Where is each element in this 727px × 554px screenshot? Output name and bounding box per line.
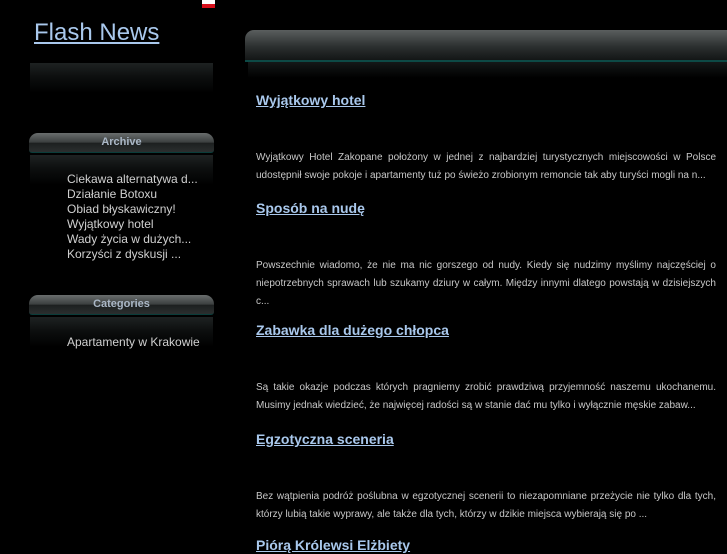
archive-item[interactable]: Obiad błyskawiczny! <box>67 202 198 217</box>
post-title: Egzotyczna sceneria <box>256 430 394 448</box>
category-item[interactable]: Apartamenty w Krakowie <box>67 335 200 350</box>
archive-item[interactable]: Wyjątkowy hotel <box>67 217 198 232</box>
archive-item[interactable]: Ciekawa alternatywa d... <box>67 172 198 187</box>
archive-list: Ciekawa alternatywa d... Działanie Botox… <box>67 172 198 262</box>
archive-heading-bar: Archive <box>29 133 214 153</box>
archive-item[interactable]: Korzyści z dyskusji ... <box>67 247 198 262</box>
post-excerpt: Powszechnie wiadomo, że nie ma nic gorsz… <box>256 260 716 307</box>
post-title-link[interactable]: Piórą Królewsi Elżbiety <box>256 537 410 553</box>
post-excerpt: Są takie okazje podczas których pragniem… <box>256 382 716 411</box>
archive-item[interactable]: Wady życia w dużych... <box>67 232 198 247</box>
poland-flag-icon[interactable] <box>202 0 215 8</box>
categories-heading: Categories <box>93 298 150 310</box>
post-title: Sposób na nudę <box>256 199 365 217</box>
post-title-link[interactable]: Sposób na nudę <box>256 200 365 216</box>
categories-heading-bar: Categories <box>29 295 214 315</box>
post-title: Zabawka dla dużego chłopca <box>256 321 449 339</box>
site-title: Flash News <box>34 19 159 47</box>
archive-heading: Archive <box>101 136 142 148</box>
post-title-link[interactable]: Wyjątkowy hotel <box>256 92 365 108</box>
archive-item[interactable]: Działanie Botoxu <box>67 187 198 202</box>
post-title: Wyjątkowy hotel <box>256 91 365 109</box>
content-header-bar <box>245 30 727 62</box>
post-excerpt: Bez wątpienia podróż poślubna w egzotycz… <box>256 491 716 520</box>
post-title-link[interactable]: Zabawka dla dużego chłopca <box>256 322 449 338</box>
categories-list: Apartamenty w Krakowie <box>67 335 200 350</box>
header-search-panel <box>30 63 213 93</box>
post-title: Piórą Królewsi Elżbiety <box>256 536 410 554</box>
post-excerpt: Wyjątkowy Hotel Zakopane położony w jedn… <box>256 152 716 181</box>
site-title-link[interactable]: Flash News <box>34 19 159 46</box>
post-title-link[interactable]: Egzotyczna sceneria <box>256 431 394 447</box>
content-header-shade <box>248 62 727 78</box>
flag-red-stripe <box>202 4 215 8</box>
